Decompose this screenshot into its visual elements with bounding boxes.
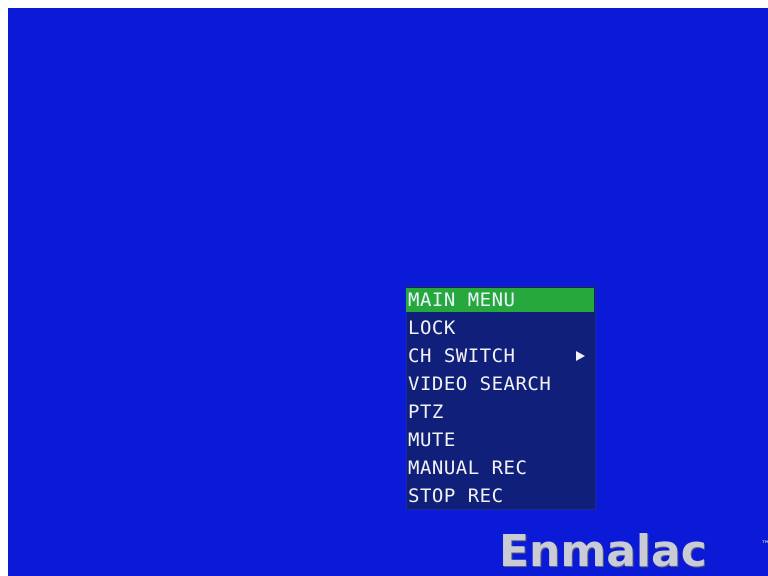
menu-item-ptz[interactable]: PTZ (406, 400, 594, 424)
menu-item-manual-rec[interactable]: MANUAL REC (406, 456, 594, 480)
menu-item-label: VIDEO SEARCH (408, 373, 552, 395)
menu-item-label: STOP REC (408, 485, 504, 507)
trademark-symbol: ™ (761, 540, 768, 550)
menu-item-label: MANUAL REC (408, 457, 528, 479)
menu-item-label: CH SWITCH (408, 345, 516, 367)
menu-item-stop-rec[interactable]: STOP REC (406, 484, 594, 508)
dvr-screen: MAIN MENU LOCK CH SWITCH VIDEO SEARCH PT… (8, 8, 768, 576)
menu-item-mute[interactable]: MUTE (406, 428, 594, 452)
menu-item-ch-switch[interactable]: CH SWITCH (406, 344, 594, 368)
menu-item-label: MAIN MENU (408, 289, 516, 311)
menu-item-main-menu[interactable]: MAIN MENU (406, 288, 594, 312)
menu-item-lock[interactable]: LOCK (406, 316, 594, 340)
submenu-arrow-icon (576, 351, 585, 361)
menu-item-label: MUTE (408, 429, 456, 451)
context-menu: MAIN MENU LOCK CH SWITCH VIDEO SEARCH PT… (406, 286, 596, 510)
menu-item-label: PTZ (408, 401, 444, 423)
menu-item-video-search[interactable]: VIDEO SEARCH (406, 372, 594, 396)
brand-watermark-logo: Enmalac (499, 526, 707, 576)
menu-item-label: LOCK (408, 317, 456, 339)
